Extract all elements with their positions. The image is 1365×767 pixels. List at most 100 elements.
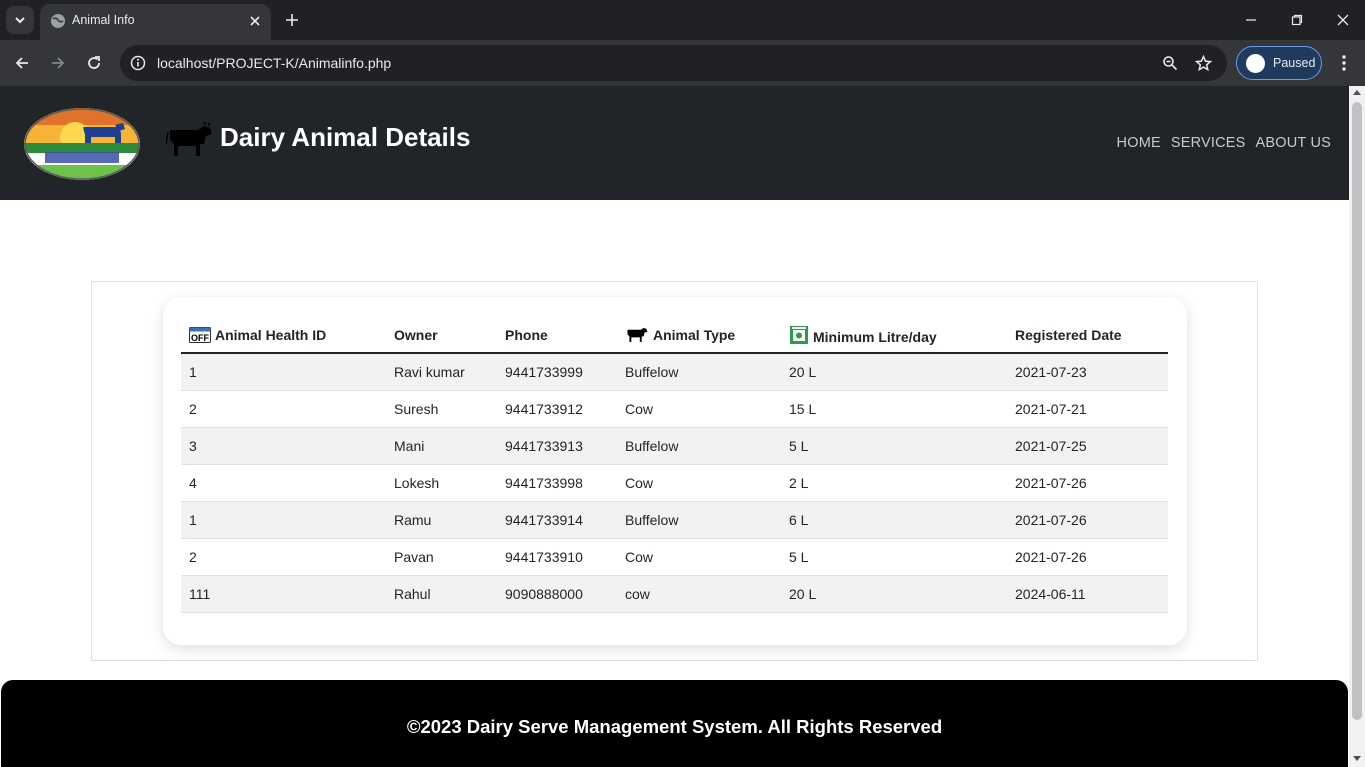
forward-button[interactable] bbox=[47, 52, 69, 74]
cell-animal-type: Buffelow bbox=[617, 353, 781, 391]
arrow-left-icon bbox=[15, 57, 28, 69]
column-header-label: Animal Health ID bbox=[215, 326, 327, 343]
cell-health-id: 2 bbox=[181, 538, 386, 576]
browser-tab[interactable]: Animal Info bbox=[40, 4, 271, 40]
column-header-owner: Owner bbox=[386, 317, 497, 354]
nav-home-link[interactable]: HOME bbox=[1117, 135, 1161, 151]
cow-icon bbox=[166, 122, 212, 156]
zoom-button[interactable] bbox=[1160, 53, 1180, 73]
cell-owner: Ravi kumar bbox=[386, 353, 497, 391]
cell-registered-date: 2024-06-11 bbox=[1007, 575, 1168, 613]
browser-toolbar: localhost/PROJECT-K/Animalinfo.php Pause… bbox=[0, 40, 1365, 86]
cell-phone: 9441733910 bbox=[497, 538, 617, 576]
cell-min-litre: 20 L bbox=[781, 353, 1007, 391]
minimize-button[interactable] bbox=[1241, 10, 1261, 30]
chevron-down-icon bbox=[15, 17, 25, 24]
more-vert-icon bbox=[1342, 55, 1346, 71]
browser-tabstrip: Animal Info bbox=[0, 0, 1365, 40]
tab-title: Animal Info bbox=[72, 13, 135, 27]
brand-logo[interactable] bbox=[23, 107, 141, 181]
site-info-button[interactable] bbox=[128, 53, 148, 73]
cell-owner: Pavan bbox=[386, 538, 497, 576]
table-body: 1 Ravi kumar 9441733999 Buffelow 20 L 2021-07… bbox=[181, 353, 1168, 613]
restore-button[interactable] bbox=[1287, 10, 1307, 30]
cell-animal-type: Buffelow bbox=[617, 501, 781, 539]
table-row: 2 Pavan 9441733910 Cow 5 L 2021-07-26 bbox=[181, 538, 1168, 576]
column-header-label: Animal Type bbox=[653, 327, 736, 343]
column-header-type: Animal Type bbox=[617, 317, 781, 354]
cell-health-id: 4 bbox=[181, 464, 386, 502]
cell-registered-date: 2021-07-26 bbox=[1007, 538, 1168, 576]
cell-registered-date: 2021-07-26 bbox=[1007, 464, 1168, 502]
cell-min-litre: 20 L bbox=[781, 575, 1007, 613]
main-nav: HOME SERVICES ABOUT US bbox=[1117, 135, 1331, 151]
window-close-button[interactable] bbox=[1333, 10, 1353, 30]
cell-phone: 9441733998 bbox=[497, 464, 617, 502]
column-header-phone: Phone bbox=[497, 317, 617, 354]
new-tab-button[interactable] bbox=[282, 10, 302, 30]
scroll-thumb[interactable] bbox=[1352, 102, 1362, 720]
footer-copyright: ©2023 Dairy Serve Management System. All… bbox=[406, 716, 943, 737]
page-scrollbar[interactable] bbox=[1349, 86, 1365, 767]
page-viewport: Dairy Animal Details HOME SERVICES ABOUT… bbox=[0, 86, 1349, 767]
cell-registered-date: 2021-07-23 bbox=[1007, 353, 1168, 391]
table-row: 111 Rahul 9090888000 cow 20 L 2024-06-11 bbox=[181, 575, 1168, 613]
browser-menu-button[interactable] bbox=[1334, 52, 1354, 74]
cell-phone: 9441733913 bbox=[497, 427, 617, 465]
cell-min-litre: 2 L bbox=[781, 464, 1007, 502]
table-row: 3 Mani 9441733913 Buffelow 5 L 2021-07-25 bbox=[181, 427, 1168, 465]
close-icon bbox=[250, 16, 260, 26]
cell-min-litre: 15 L bbox=[781, 390, 1007, 428]
cell-health-id: 3 bbox=[181, 427, 386, 465]
scroll-up-arrow-icon[interactable] bbox=[1353, 90, 1361, 95]
nav-about-link[interactable]: ABOUT US bbox=[1256, 135, 1331, 151]
cell-min-litre: 5 L bbox=[781, 427, 1007, 465]
id-card-icon: OFF bbox=[189, 326, 211, 343]
column-header-litre: Minimum Litre/day bbox=[781, 317, 1007, 354]
nav-services-link[interactable]: SERVICES bbox=[1171, 135, 1246, 151]
cell-animal-type: Cow bbox=[617, 390, 781, 428]
profile-button[interactable]: Paused bbox=[1236, 46, 1322, 80]
cell-registered-date: 2021-07-21 bbox=[1007, 390, 1168, 428]
cow-icon bbox=[627, 327, 648, 343]
table-row: 1 Ravi kumar 9441733999 Buffelow 20 L 2021-07… bbox=[181, 353, 1168, 391]
cell-owner: Mani bbox=[386, 427, 497, 465]
column-header-date: Registered Date bbox=[1007, 317, 1168, 354]
site-footer: ©2023 Dairy Serve Management System. All… bbox=[1, 680, 1348, 767]
column-header-label: Minimum Litre/day bbox=[813, 328, 937, 345]
cell-health-id: 111 bbox=[181, 575, 386, 613]
reload-button[interactable] bbox=[83, 52, 105, 74]
cell-animal-type: Buffelow bbox=[617, 427, 781, 465]
tune-icon bbox=[130, 55, 146, 71]
zoom-icon bbox=[1163, 56, 1178, 71]
tab-search-button[interactable] bbox=[6, 6, 34, 34]
address-bar[interactable]: localhost/PROJECT-K/Animalinfo.php bbox=[120, 45, 1227, 81]
table-row: 1 Ramu 9441733914 Buffelow 6 L 2021-07-26 bbox=[181, 501, 1168, 539]
column-header-id: OFF Animal Health ID bbox=[181, 317, 386, 354]
close-icon bbox=[1337, 14, 1349, 26]
back-button[interactable] bbox=[11, 52, 33, 74]
star-icon bbox=[1194, 54, 1212, 71]
cell-phone: 9090888000 bbox=[497, 575, 617, 613]
cell-owner: Ramu bbox=[386, 501, 497, 539]
site-header: Dairy Animal Details HOME SERVICES ABOUT… bbox=[0, 86, 1349, 200]
bookmark-button[interactable] bbox=[1193, 53, 1213, 73]
reload-icon bbox=[88, 56, 100, 69]
page-title: Dairy Animal Details bbox=[220, 122, 471, 152]
scroll-down-arrow-icon[interactable] bbox=[1353, 756, 1361, 761]
tab-close-button[interactable] bbox=[246, 12, 264, 30]
svg-text:OFF: OFF bbox=[191, 333, 209, 343]
table-row: 4 Lokesh 9441733998 Cow 2 L 2021-07-26 bbox=[181, 464, 1168, 502]
table-header-row: OFF Animal Health ID Owner Phone Animal T… bbox=[181, 317, 1168, 354]
cell-owner: Lokesh bbox=[386, 464, 497, 502]
cell-registered-date: 2021-07-26 bbox=[1007, 501, 1168, 539]
url-text: localhost/PROJECT-K/Animalinfo.php bbox=[157, 55, 392, 71]
profile-status-label: Paused bbox=[1273, 56, 1316, 70]
table-card: OFF Animal Health ID Owner Phone Animal T… bbox=[163, 297, 1187, 645]
cell-health-id: 2 bbox=[181, 390, 386, 428]
cell-owner: Rahul bbox=[386, 575, 497, 613]
cell-animal-type: cow bbox=[617, 575, 781, 613]
content-container: OFF Animal Health ID Owner Phone Animal T… bbox=[91, 281, 1258, 661]
cell-animal-type: Cow bbox=[617, 538, 781, 576]
avatar bbox=[1246, 54, 1265, 73]
